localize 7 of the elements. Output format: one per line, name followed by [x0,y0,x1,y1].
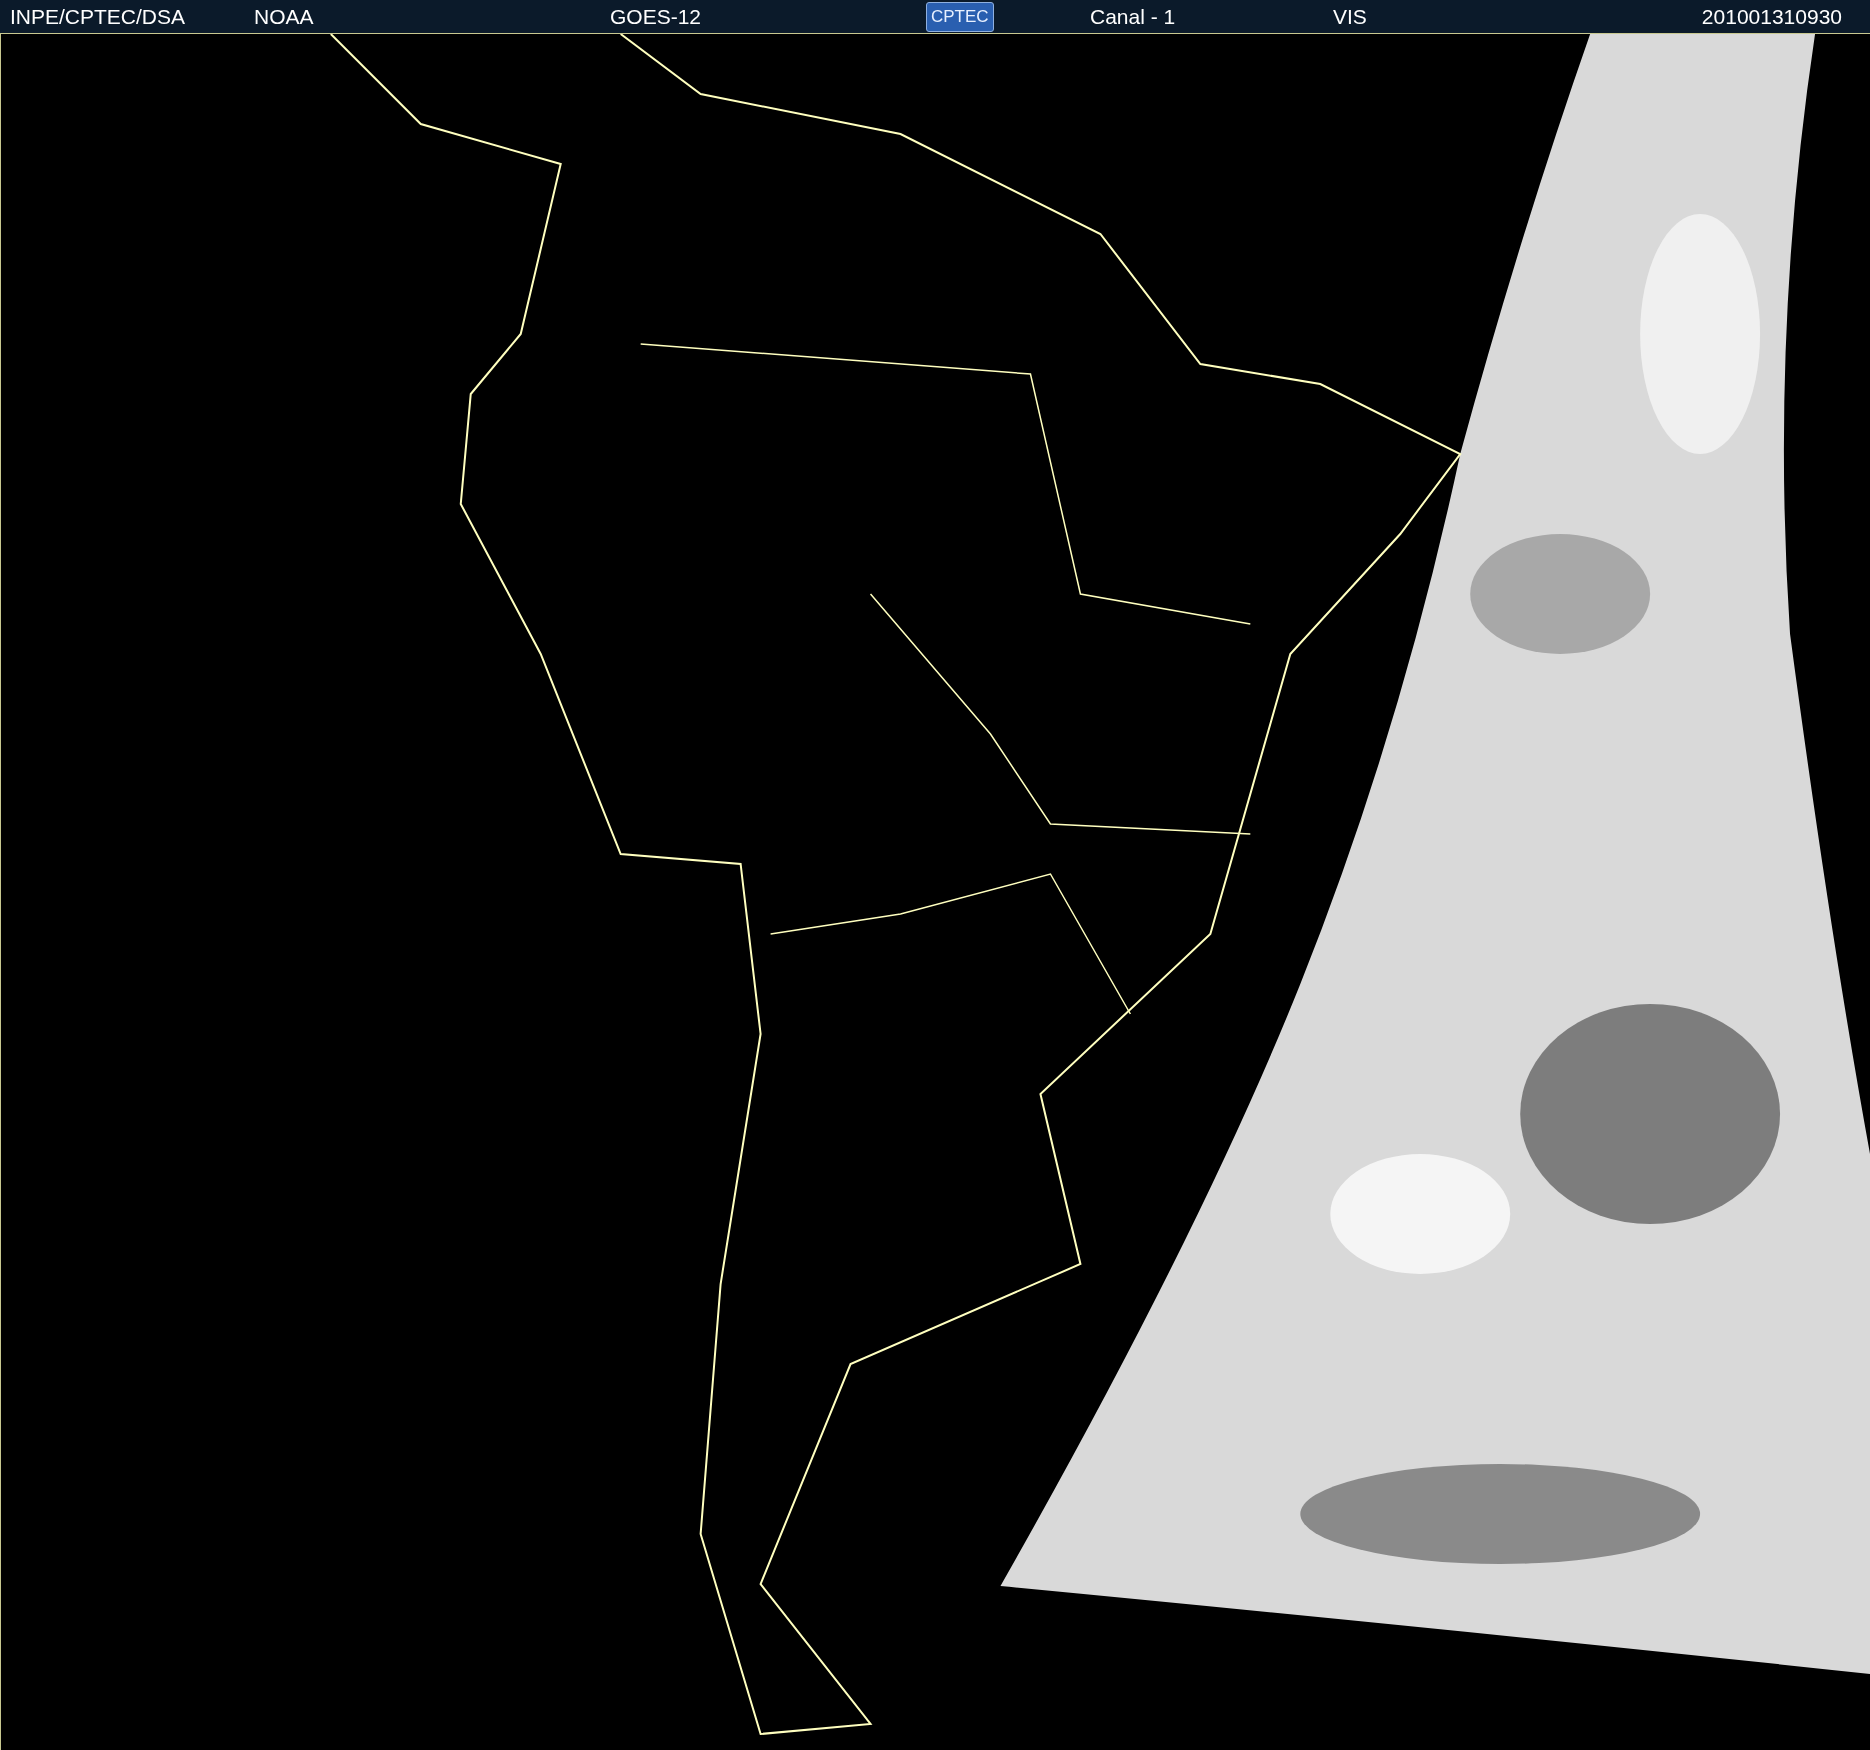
header-label: 201001310930 [1701,4,1842,29]
header-label: NOAA [254,4,314,29]
header-label: GOES-12 [610,4,702,29]
logo: CPTEC [926,1,994,32]
header-label: VIS [1333,4,1367,29]
header-label: Canal - 1 [1090,4,1176,29]
header-label: INPE/CPTEC/DSA [10,4,186,29]
